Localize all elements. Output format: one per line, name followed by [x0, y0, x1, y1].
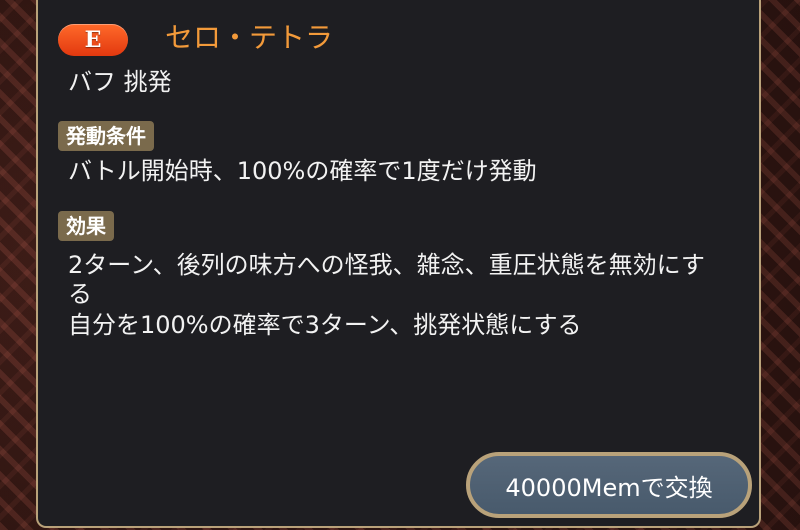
skill-name: セロ・テトラ	[165, 21, 334, 54]
effect-line: 自分を100%の確率で3ターン、挑発状態にする	[68, 311, 582, 339]
effect-line: る	[68, 280, 92, 308]
rank-badge: E	[58, 24, 128, 56]
conditions-label: 発動条件	[58, 121, 154, 151]
conditions-text: バトル開始時、100%の確率で1度だけ発動	[68, 157, 537, 185]
skill-detail-panel: E セロ・テトラ バフ 挑発 発動条件 バトル開始時、100%の確率で1度だけ発…	[36, 0, 761, 528]
effect-line: 2ターン、後列の味方への怪我、雑念、重圧状態を無効にす	[68, 251, 705, 279]
exchange-button[interactable]: 40000Memで交換	[466, 452, 752, 518]
effects-label: 効果	[58, 211, 114, 241]
rank-letter: E	[84, 27, 102, 53]
skill-tags: バフ 挑発	[68, 68, 172, 96]
